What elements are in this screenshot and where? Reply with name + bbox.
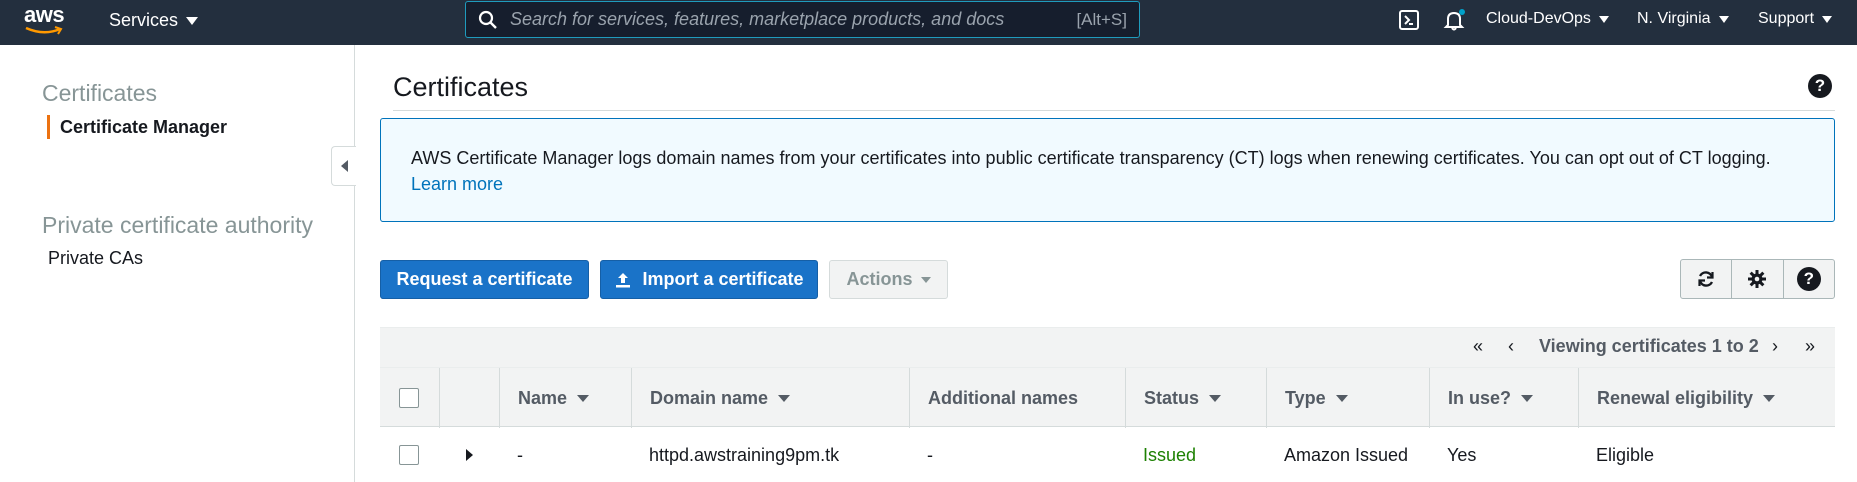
- account-menu[interactable]: Cloud-DevOps: [1486, 10, 1609, 28]
- account-label: Cloud-DevOps: [1486, 10, 1591, 27]
- caret-down-icon: [920, 276, 931, 283]
- cell-status: Issued: [1143, 444, 1197, 465]
- import-certificate-label: Import a certificate: [642, 269, 804, 289]
- cloudshell-button[interactable]: [1398, 9, 1420, 31]
- row-checkbox-cell: [399, 428, 419, 482]
- sidebar-heading-certificates[interactable]: Certificates: [42, 80, 157, 107]
- sort-caret-icon: [1763, 394, 1776, 402]
- import-certificate-button[interactable]: Import a certificate: [600, 260, 818, 299]
- table-row[interactable]: - httpd.awstraining9pm.tk - Issued Amazo…: [380, 428, 1835, 482]
- terminal-icon: [1399, 10, 1419, 30]
- ct-logging-info-box: AWS Certificate Manager logs domain name…: [380, 118, 1835, 222]
- top-navigation-bar: aws Services [Alt+S] Cloud-DevOps: [0, 0, 1857, 45]
- cell-name: -: [517, 444, 523, 465]
- services-menu[interactable]: Services: [109, 10, 199, 31]
- aws-logo[interactable]: aws: [24, 4, 72, 40]
- column-header-status[interactable]: Status: [1125, 368, 1266, 428]
- caret-right-icon: [466, 449, 473, 461]
- row-checkbox[interactable]: [399, 445, 419, 465]
- table-header: Name Domain name Additional names Status…: [380, 367, 1835, 428]
- column-header-renewal-eligibility[interactable]: Renewal eligibility: [1578, 368, 1835, 428]
- last-page-icon[interactable]: »: [1805, 336, 1815, 357]
- pagination-text: Viewing certificates 1 to 2: [1539, 336, 1759, 356]
- cell-renewal-eligibility: Eligible: [1596, 444, 1655, 465]
- expand-column-header: [439, 368, 499, 428]
- column-header-type[interactable]: Type: [1266, 368, 1429, 428]
- info-text: AWS Certificate Manager logs domain name…: [411, 148, 1771, 168]
- support-label: Support: [1758, 10, 1815, 27]
- column-header-additional-names: Additional names: [909, 368, 1125, 428]
- region-label: N. Virginia: [1637, 10, 1711, 27]
- help-icon: ?: [1796, 267, 1821, 291]
- help-icon[interactable]: ?: [1808, 74, 1832, 98]
- sidebar-item-certificate-manager[interactable]: Certificate Manager: [47, 115, 227, 139]
- learn-more-link[interactable]: Learn more: [411, 174, 503, 194]
- sort-caret-icon: [778, 394, 791, 402]
- caret-down-icon: [1598, 15, 1609, 23]
- bell-icon: [1443, 9, 1465, 31]
- request-certificate-button[interactable]: Request a certificate: [380, 260, 589, 299]
- sort-caret-icon: [1335, 394, 1348, 402]
- column-label: Domain name: [650, 387, 769, 408]
- refresh-icon: [1698, 271, 1714, 287]
- sort-caret-icon: [1209, 394, 1222, 402]
- sidebar-heading-private-ca[interactable]: Private certificate authority: [42, 212, 313, 239]
- cell-additional-names: -: [927, 444, 933, 465]
- sort-caret-icon: [577, 394, 590, 402]
- column-header-name[interactable]: Name: [499, 368, 631, 428]
- support-menu[interactable]: Support: [1758, 10, 1833, 28]
- next-page-icon[interactable]: ›: [1772, 336, 1778, 357]
- notifications-button[interactable]: [1442, 8, 1466, 32]
- sidebar: Certificates Certificate Manager Private…: [0, 45, 355, 482]
- column-label: Type: [1285, 387, 1326, 408]
- title-divider: [393, 110, 1835, 111]
- upload-icon: [616, 272, 631, 287]
- table-tools: ?: [1680, 259, 1835, 299]
- column-label: Status: [1144, 387, 1200, 408]
- services-label: Services: [109, 10, 179, 30]
- actions-dropdown[interactable]: Actions: [829, 260, 948, 299]
- smile-arrow-icon: [25, 26, 63, 35]
- row-expand-button[interactable]: [466, 428, 473, 482]
- logo-text: aws: [24, 2, 65, 27]
- search-bar[interactable]: [Alt+S]: [465, 1, 1140, 38]
- page-title: Certificates: [393, 72, 529, 102]
- cell-domain-name: httpd.awstraining9pm.tk: [649, 444, 840, 465]
- column-label: In use?: [1448, 387, 1512, 408]
- column-header-domain-name[interactable]: Domain name: [631, 368, 909, 428]
- caret-down-icon: [186, 16, 199, 25]
- sidebar-collapse-button[interactable]: [331, 146, 356, 186]
- settings-button[interactable]: [1732, 260, 1784, 298]
- search-shortcut-hint: [Alt+S]: [1076, 9, 1127, 29]
- column-label: Additional names: [928, 387, 1079, 408]
- select-all-checkbox[interactable]: [399, 388, 419, 408]
- table-help-button[interactable]: ?: [1784, 260, 1834, 298]
- actions-label: Actions: [846, 269, 913, 289]
- caret-down-icon: [1718, 15, 1729, 23]
- gear-icon: [1748, 270, 1767, 288]
- sort-caret-icon: [1521, 394, 1534, 402]
- first-page-icon[interactable]: «: [1473, 336, 1483, 357]
- previous-page-icon[interactable]: ‹: [1508, 336, 1514, 357]
- region-menu[interactable]: N. Virginia: [1637, 10, 1729, 28]
- column-header-in-use[interactable]: In use?: [1429, 368, 1578, 428]
- cell-type: Amazon Issued: [1284, 444, 1409, 465]
- column-label: Name: [518, 387, 568, 408]
- sidebar-item-private-cas[interactable]: Private CAs: [48, 248, 143, 269]
- refresh-button[interactable]: [1681, 260, 1733, 298]
- column-label: Renewal eligibility: [1597, 387, 1754, 408]
- caret-down-icon: [1822, 15, 1833, 23]
- search-input[interactable]: [510, 9, 1077, 30]
- search-icon: [478, 10, 497, 29]
- select-all-cell: [380, 368, 439, 428]
- caret-left-icon: [340, 160, 348, 172]
- cell-in-use: Yes: [1447, 444, 1477, 465]
- request-certificate-label: Request a certificate: [396, 269, 573, 289]
